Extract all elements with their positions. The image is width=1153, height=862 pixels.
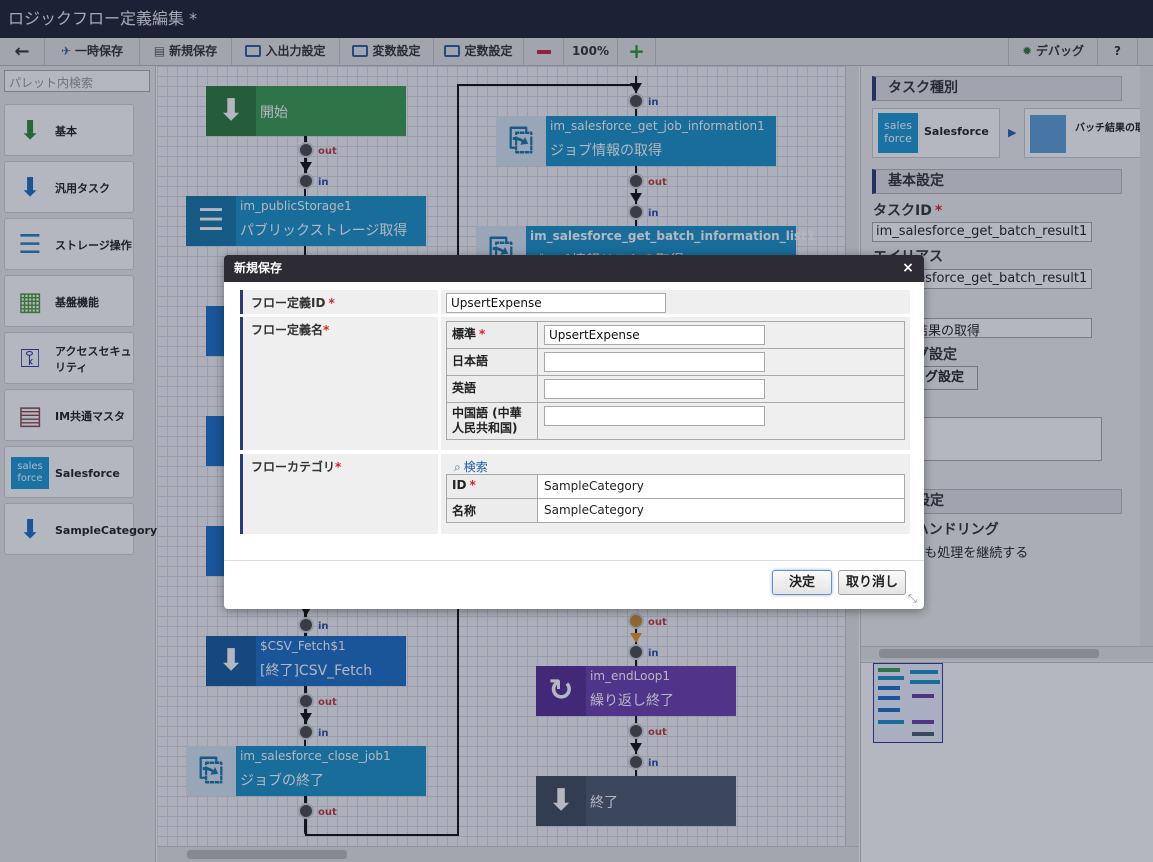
- cancel-button[interactable]: 取り消し: [838, 570, 906, 595]
- category-search-link[interactable]: ⌕ 検索: [454, 458, 488, 475]
- resize-handle-icon[interactable]: ⤡: [908, 592, 917, 606]
- search-icon: ⌕: [454, 460, 461, 474]
- dialog-divider: [224, 560, 924, 561]
- category-id-value: SampleCategory: [544, 479, 644, 493]
- flow-name-ja-input[interactable]: [544, 352, 765, 372]
- new-save-dialog: 新規保存 × フロー定義ID * UpsertExpense フロー定義名* 標準…: [224, 255, 924, 609]
- category-name-value: SampleCategory: [544, 503, 644, 517]
- locale-row-zh: 中国語 (中華人民共和国): [447, 403, 904, 439]
- locale-label: 標準 *: [447, 322, 538, 348]
- flow-name-label: フロー定義名*: [240, 317, 438, 450]
- category-id-row: ID * SampleCategory: [447, 475, 904, 499]
- locale-label: 日本語: [447, 349, 538, 375]
- locale-row-standard: 標準 * UpsertExpense: [447, 322, 904, 349]
- category-name-label: 名称: [447, 499, 538, 522]
- ok-button[interactable]: 決定: [772, 570, 832, 595]
- flow-name-locale-table: 標準 * UpsertExpense 日本語 英語 中国語 (中華人民共和国): [446, 321, 905, 440]
- flow-id-label: フロー定義ID *: [240, 290, 438, 314]
- locale-label: 英語: [447, 376, 538, 402]
- flow-category-label: フローカテゴリ*: [240, 454, 438, 534]
- dialog-title: 新規保存: [224, 255, 924, 282]
- flow-name-en-input[interactable]: [544, 379, 765, 399]
- category-name-row: 名称 SampleCategory: [447, 499, 904, 522]
- flow-id-input[interactable]: UpsertExpense: [446, 293, 666, 313]
- close-icon[interactable]: ×: [898, 255, 918, 282]
- category-table: ID * SampleCategory 名称 SampleCategory: [446, 474, 905, 523]
- locale-label: 中国語 (中華人民共和国): [447, 403, 538, 439]
- flow-name-zh-input[interactable]: [544, 406, 765, 426]
- locale-row-ja: 日本語: [447, 349, 904, 376]
- flow-name-standard-input[interactable]: UpsertExpense: [544, 325, 765, 345]
- locale-row-en: 英語: [447, 376, 904, 403]
- category-id-label: ID *: [447, 475, 538, 498]
